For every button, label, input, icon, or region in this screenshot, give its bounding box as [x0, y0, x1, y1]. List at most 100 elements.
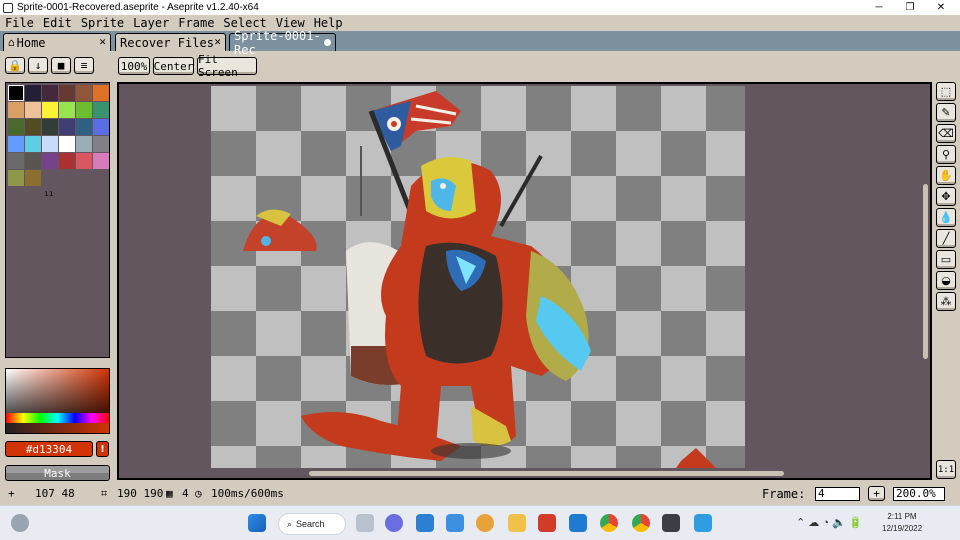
zoom-input[interactable]: 200.0%: [893, 487, 945, 501]
fill-icon[interactable]: 💧: [936, 208, 956, 227]
palette-swatch[interactable]: [59, 136, 75, 152]
fit-screen-button[interactable]: Fit Screen: [197, 53, 257, 79]
browser-icon[interactable]: [476, 514, 494, 532]
palette-swatch[interactable]: [8, 119, 24, 135]
palette-swatch[interactable]: [76, 136, 92, 152]
start-icon[interactable]: [248, 514, 266, 532]
mask-button[interactable]: Mask: [5, 465, 110, 481]
add-frame-button[interactable]: +: [868, 486, 885, 501]
alpha-slider[interactable]: [6, 423, 109, 433]
vertical-scroll-thumb[interactable]: [923, 184, 928, 359]
palette-swatch[interactable]: [42, 85, 58, 101]
menu-edit[interactable]: Edit: [38, 16, 76, 30]
palette-swatch[interactable]: [59, 153, 75, 169]
horizontal-scroll-thumb[interactable]: [309, 471, 784, 476]
store-icon[interactable]: [446, 514, 464, 532]
tab-home-close-icon[interactable]: ✕: [99, 35, 106, 48]
palette-options-button[interactable]: ↓: [28, 57, 48, 74]
menu-layer[interactable]: Layer: [128, 16, 173, 30]
menu-file[interactable]: File: [0, 16, 38, 30]
eyedropper-icon[interactable]: ⚲: [936, 145, 956, 164]
palette-resize-handle[interactable]: ıı: [44, 189, 54, 198]
palette-swatch[interactable]: [59, 102, 75, 118]
move-icon[interactable]: ✥: [936, 187, 956, 206]
taskbar-search[interactable]: ⌕ Search: [278, 513, 346, 535]
palette-swatch[interactable]: [93, 85, 109, 101]
search-label: Search: [296, 519, 325, 529]
file-explorer-icon[interactable]: [508, 514, 526, 532]
tab-sprite[interactable]: Sprite-0001-Rec: [229, 29, 336, 57]
palette-swatch[interactable]: [93, 136, 109, 152]
pencil-icon[interactable]: ✎: [936, 103, 956, 122]
vertical-scrollbar[interactable]: [920, 84, 930, 468]
menu-frame[interactable]: Frame: [173, 16, 218, 30]
palette-swatch[interactable]: [42, 102, 58, 118]
palette-swatch[interactable]: [93, 153, 109, 169]
palette-swatch[interactable]: [25, 85, 41, 101]
palette-swatch[interactable]: [42, 136, 58, 152]
menu-sprite[interactable]: Sprite: [76, 16, 128, 30]
palette-swatch[interactable]: [25, 153, 41, 169]
chrome-profile-icon[interactable]: [632, 514, 650, 532]
palette-save-button[interactable]: ■: [51, 57, 71, 74]
palette-swatch[interactable]: [76, 102, 92, 118]
palette-swatch[interactable]: [8, 153, 24, 169]
color-spectrum[interactable]: [5, 368, 110, 434]
tab-home[interactable]: ⌂ Home ✕: [3, 33, 111, 51]
hand-icon[interactable]: ✋: [936, 166, 956, 185]
palette-swatch[interactable]: [59, 119, 75, 135]
frame-label: Frame:: [762, 487, 806, 501]
palette-swatch[interactable]: [25, 136, 41, 152]
contour-icon[interactable]: ◒: [936, 271, 956, 290]
color-warning-button[interactable]: !: [96, 441, 109, 457]
line-icon[interactable]: ╱: [936, 229, 956, 248]
palette-swatch[interactable]: [93, 102, 109, 118]
launcher-icon[interactable]: [569, 514, 587, 532]
palette-swatch[interactable]: [93, 119, 109, 135]
palette-swatch[interactable]: [25, 102, 41, 118]
system-tray-icons[interactable]: ⌃ ☁ ◔ 🔈 🔋: [796, 516, 862, 529]
close-window-button[interactable]: ✕: [926, 0, 956, 15]
palette-swatch[interactable]: [76, 119, 92, 135]
palette-swatch[interactable]: [59, 85, 75, 101]
aseprite-taskbar-icon[interactable]: [662, 514, 680, 532]
palette-swatch[interactable]: [8, 85, 24, 101]
tab-recover-files[interactable]: Recover Files ✕: [115, 33, 226, 51]
palette-swatch[interactable]: [76, 85, 92, 101]
spray-icon[interactable]: ⁂: [936, 292, 956, 311]
palette-swatch[interactable]: [8, 102, 24, 118]
office-icon[interactable]: [538, 514, 556, 532]
hue-slider[interactable]: [6, 413, 109, 423]
mail-icon[interactable]: [416, 514, 434, 532]
palette-swatch[interactable]: [8, 136, 24, 152]
photos-icon[interactable]: [694, 514, 712, 532]
zoom-100-button[interactable]: 100%: [118, 57, 150, 75]
palette-lock-button[interactable]: 🔒: [5, 57, 25, 74]
marquee-icon[interactable]: ⬚: [936, 82, 956, 101]
rectangle-icon[interactable]: ▭: [936, 250, 956, 269]
palette-swatch[interactable]: [76, 153, 92, 169]
tab-recover-files-close-icon[interactable]: ✕: [214, 35, 221, 48]
sprite-editor[interactable]: [117, 82, 932, 480]
horizontal-scrollbar[interactable]: [119, 468, 930, 478]
teams-chat-icon[interactable]: [385, 514, 403, 532]
one-to-one-button[interactable]: 1:1: [936, 460, 956, 479]
frame-input[interactable]: 4: [815, 487, 860, 501]
task-view-icon[interactable]: [356, 514, 374, 532]
color-hex-field[interactable]: #d13304: [5, 441, 93, 457]
eraser-icon[interactable]: ⌫: [936, 124, 956, 143]
center-button[interactable]: Center: [153, 57, 194, 75]
palette-swatch[interactable]: [25, 119, 41, 135]
clock[interactable]: 2:11 PM 12/19/2022: [882, 511, 922, 535]
unsaved-indicator-icon[interactable]: [324, 39, 331, 46]
palette-swatch[interactable]: [8, 170, 24, 186]
palette-swatch[interactable]: [25, 170, 41, 186]
palette-menu-button[interactable]: ≡: [74, 57, 94, 74]
palette-swatch[interactable]: [42, 153, 58, 169]
sprite-canvas[interactable]: [211, 86, 745, 468]
palette-swatch[interactable]: [42, 119, 58, 135]
maximize-button[interactable]: ❐: [895, 0, 925, 15]
weather-icon[interactable]: [11, 514, 29, 532]
minimize-button[interactable]: ─: [864, 0, 894, 15]
chrome-icon[interactable]: [600, 514, 618, 532]
